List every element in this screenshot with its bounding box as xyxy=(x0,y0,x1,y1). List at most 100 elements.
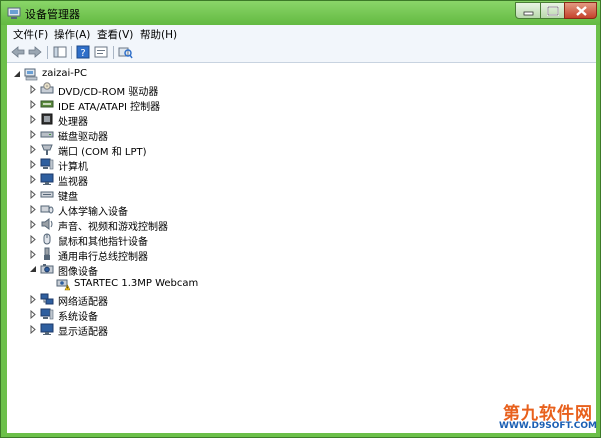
collapsed-arrow-icon[interactable] xyxy=(29,85,37,94)
device-tree[interactable]: zaizai-PC DVD/CD-ROM 驱动器 IDE ATA/ATAPI 控… xyxy=(7,63,596,433)
tree-item-computer[interactable]: 计算机 xyxy=(29,157,289,173)
port-icon xyxy=(41,144,53,155)
tree-item-label: DVD/CD-ROM 驱动器 xyxy=(58,87,159,98)
collapsed-arrow-icon[interactable] xyxy=(29,310,37,319)
processor-icon xyxy=(41,113,53,125)
tree-item-label: 键盘 xyxy=(58,192,78,203)
tree-item-keyboard[interactable]: 键盘 xyxy=(29,187,289,203)
tree-item-label: 监视器 xyxy=(58,177,88,188)
tree-item-label: 磁盘驱动器 xyxy=(58,132,108,143)
collapsed-arrow-icon[interactable] xyxy=(29,145,37,154)
menu-action[interactable]: 操作(A) xyxy=(54,27,90,42)
toolbar-separator xyxy=(47,46,48,59)
monitor-icon xyxy=(40,173,54,185)
hid-icon xyxy=(40,205,54,214)
toolbar: ? xyxy=(7,43,596,63)
tree-item-hid[interactable]: 人体学输入设备 xyxy=(29,202,289,218)
tree-item-label: 显示适配器 xyxy=(58,327,108,338)
minimize-button[interactable] xyxy=(515,2,541,19)
tree-item-usb[interactable]: 通用串行总线控制器 xyxy=(29,247,289,263)
toolbar-separator xyxy=(71,46,72,59)
imaging-device-icon xyxy=(40,264,54,274)
device-manager-window: 设备管理器 文件(F) 操作(A) 查看(V) 帮助(H) ? zaizai-P… xyxy=(0,0,601,438)
tree-item-label: 图像设备 xyxy=(58,267,98,278)
forward-arrow-icon[interactable] xyxy=(27,44,43,60)
tree-item-display[interactable]: 显示适配器 xyxy=(29,322,289,338)
svg-text:?: ? xyxy=(80,48,85,59)
tree-item-label: 人体学输入设备 xyxy=(58,207,128,218)
disk-drive-icon xyxy=(40,131,54,138)
title-bar[interactable]: 设备管理器 xyxy=(1,1,600,25)
webcam-warning-icon xyxy=(56,279,70,291)
tree-item-label: 网络适配器 xyxy=(58,297,108,308)
tree-item-label: 端口 (COM 和 LPT) xyxy=(58,147,147,158)
computer-icon xyxy=(40,158,54,170)
tree-root-label: zaizai-PC xyxy=(42,68,87,79)
close-icon xyxy=(576,6,587,16)
tree-item-dvd[interactable]: DVD/CD-ROM 驱动器 xyxy=(29,82,289,98)
menu-bar: 文件(F) 操作(A) 查看(V) 帮助(H) xyxy=(7,25,596,43)
ide-controller-icon xyxy=(40,100,54,108)
keyboard-icon xyxy=(40,191,54,198)
collapsed-arrow-icon[interactable] xyxy=(29,190,37,199)
system-device-icon xyxy=(40,308,54,320)
window-title: 设备管理器 xyxy=(25,8,80,21)
menu-view[interactable]: 查看(V) xyxy=(97,27,133,42)
tree-item-label: 鼠标和其他指针设备 xyxy=(58,237,148,248)
back-arrow-icon[interactable] xyxy=(10,44,26,60)
collapsed-arrow-icon[interactable] xyxy=(29,115,37,124)
tree-item-label: 系统设备 xyxy=(58,312,98,323)
show-hide-tree-icon[interactable] xyxy=(52,44,68,60)
expanded-arrow-icon[interactable] xyxy=(29,265,37,274)
device-manager-app-icon xyxy=(7,7,21,19)
tree-item-label: IDE ATA/ATAPI 控制器 xyxy=(58,102,161,113)
watermark-logo-text: 第九软件网 xyxy=(503,404,593,424)
tree-item-network[interactable]: 网络适配器 xyxy=(29,292,289,308)
sound-icon xyxy=(41,218,53,230)
tree-item-label: 通用串行总线控制器 xyxy=(58,252,148,263)
tree-item-system[interactable]: 系统设备 xyxy=(29,307,289,323)
tree-item-ide[interactable]: IDE ATA/ATAPI 控制器 xyxy=(29,97,289,113)
tree-item-monitor[interactable]: 监视器 xyxy=(29,172,289,188)
tree-item-sound[interactable]: 声音、视频和游戏控制器 xyxy=(29,217,289,233)
computer-root-icon xyxy=(24,68,38,81)
menu-help[interactable]: 帮助(H) xyxy=(140,27,177,42)
tree-item-port[interactable]: 端口 (COM 和 LPT) xyxy=(29,142,289,158)
tree-item-label: 声音、视频和游戏控制器 xyxy=(58,222,168,233)
tree-item-label: STARTEC 1.3MP Webcam xyxy=(74,278,199,289)
collapsed-arrow-icon[interactable] xyxy=(29,100,37,109)
tree-root-node[interactable]: zaizai-PC xyxy=(13,67,213,82)
collapsed-arrow-icon[interactable] xyxy=(29,220,37,229)
dvd-drive-icon xyxy=(40,82,54,94)
tree-item-label: 计算机 xyxy=(58,162,88,173)
collapsed-arrow-icon[interactable] xyxy=(29,175,37,184)
collapsed-arrow-icon[interactable] xyxy=(29,325,37,334)
tree-item-label: 处理器 xyxy=(58,117,88,128)
watermark-url: WWW.D9SOFT.COM xyxy=(499,421,597,431)
site-watermark: 第九软件网 WWW.D9SOFT.COM xyxy=(498,399,598,435)
help-icon[interactable]: ? xyxy=(75,44,91,60)
collapsed-arrow-icon[interactable] xyxy=(29,205,37,214)
tree-item-mouse[interactable]: 鼠标和其他指针设备 xyxy=(29,232,289,248)
close-button[interactable] xyxy=(564,2,597,19)
display-adapter-icon xyxy=(40,323,54,335)
expanded-arrow-icon[interactable] xyxy=(13,70,21,79)
tree-item-imaging[interactable]: 图像设备 xyxy=(29,262,289,278)
collapsed-arrow-icon[interactable] xyxy=(29,160,37,169)
maximize-button[interactable] xyxy=(540,2,565,19)
collapsed-arrow-icon[interactable] xyxy=(29,295,37,304)
toolbar-separator xyxy=(113,46,114,59)
tree-item-webcam[interactable]: STARTEC 1.3MP Webcam xyxy=(45,277,305,292)
scan-hardware-icon[interactable] xyxy=(117,44,133,60)
collapsed-arrow-icon[interactable] xyxy=(29,235,37,244)
usb-icon xyxy=(44,247,50,260)
tree-item-disk[interactable]: 磁盘驱动器 xyxy=(29,127,289,143)
collapsed-arrow-icon[interactable] xyxy=(29,130,37,139)
tree-item-processor[interactable]: 处理器 xyxy=(29,112,289,128)
minimize-icon xyxy=(523,11,534,16)
mouse-icon xyxy=(43,233,51,245)
properties-icon[interactable] xyxy=(93,44,109,60)
network-adapter-icon xyxy=(40,293,54,305)
menu-file[interactable]: 文件(F) xyxy=(13,27,48,42)
collapsed-arrow-icon[interactable] xyxy=(29,250,37,259)
